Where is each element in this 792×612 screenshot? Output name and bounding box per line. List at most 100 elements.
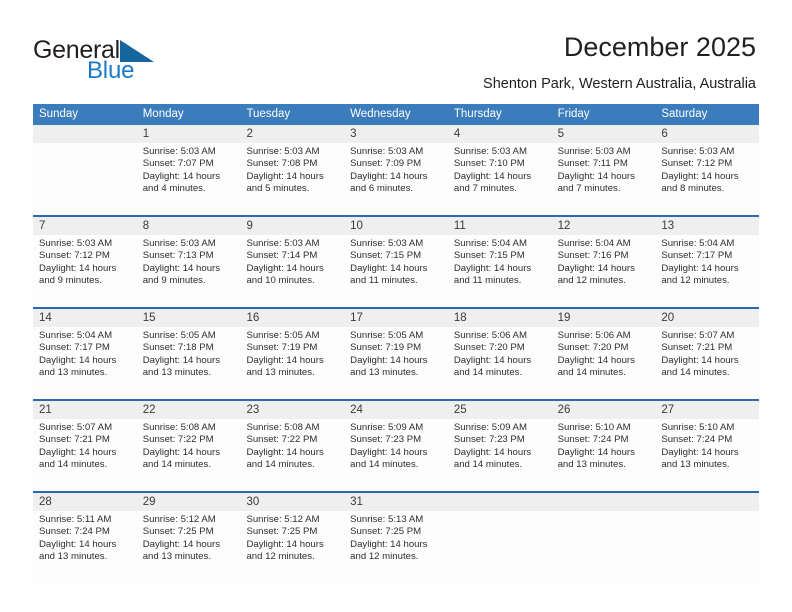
page-title: December 2025	[563, 32, 756, 62]
day-number[interactable]: 7	[33, 217, 137, 235]
daylight-text: Daylight: 14 hours and 14 minutes.	[661, 354, 739, 379]
sunrise-text: Sunrise: 5:07 AM	[39, 422, 113, 433]
sunrise-text: Sunrise: 5:03 AM	[246, 146, 320, 157]
day-number[interactable]: 12	[552, 217, 656, 235]
day-number[interactable]: 20	[655, 309, 759, 327]
day-number[interactable]: 26	[552, 401, 656, 419]
day-cell[interactable]: Sunrise: 5:13 AM Sunset: 7:25 PM Daylight:…	[344, 511, 448, 583]
day-cell[interactable]: Sunrise: 5:08 AM Sunset: 7:22 PM Daylight:…	[137, 419, 241, 491]
sunset-text: Sunset: 7:23 PM	[350, 434, 422, 446]
day-number[interactable]: 2	[240, 125, 344, 143]
day-cell[interactable]: Sunrise: 5:03 AM Sunset: 7:11 PM Daylight:…	[552, 143, 656, 215]
day-cell[interactable]: Sunrise: 5:10 AM Sunset: 7:24 PM Daylight:…	[552, 419, 656, 491]
week-daynumber-band: 7 8 9 10 11 12 13	[33, 217, 759, 235]
daylight-text: Daylight: 14 hours and 7 minutes.	[557, 170, 635, 195]
week-daynumber-band: 123456	[33, 125, 759, 143]
day-cell[interactable]: Sunrise: 5:12 AM Sunset: 7:25 PM Daylight:…	[240, 511, 344, 583]
sunrise-text: Sunrise: 5:05 AM	[350, 330, 424, 341]
brand-logo[interactable]: General Blue	[33, 36, 203, 86]
day-number[interactable]: 6	[655, 125, 759, 143]
day-number[interactable]: 8	[137, 217, 241, 235]
calendar-week-row: 7 8 9 10 11 12 13 Sunrise: 5:03 AM Sunset: 7:12 …	[33, 215, 759, 307]
sunrise-text: Sunrise: 5:03 AM	[557, 146, 631, 157]
day-cell[interactable]: Sunrise: 5:04 AM Sunset: 7:17 PM Daylight:…	[33, 327, 137, 399]
day-number[interactable]: 16	[240, 309, 344, 327]
day-cell[interactable]: Sunrise: 5:03 AM Sunset: 7:12 PM Daylight:…	[33, 235, 137, 307]
sunrise-text: Sunrise: 5:03 AM	[661, 146, 735, 157]
sunset-text: Sunset: 7:18 PM	[142, 342, 214, 354]
day-number[interactable]: 25	[448, 401, 552, 419]
day-cell[interactable]: Sunrise: 5:03 AM Sunset: 7:14 PM Daylight:…	[240, 235, 344, 307]
sunset-text: Sunset: 7:20 PM	[557, 342, 629, 354]
day-number[interactable]: 13	[655, 217, 759, 235]
day-number[interactable]: 23	[240, 401, 344, 419]
day-number	[552, 493, 656, 511]
day-number[interactable]: 31	[344, 493, 448, 511]
sunrise-text: Sunrise: 5:08 AM	[246, 422, 320, 433]
day-number[interactable]: 18	[448, 309, 552, 327]
daylight-text: Daylight: 14 hours and 14 minutes.	[557, 354, 635, 379]
day-number[interactable]: 19	[552, 309, 656, 327]
day-number[interactable]: 11	[448, 217, 552, 235]
day-cell[interactable]: Sunrise: 5:07 AM Sunset: 7:21 PM Daylight:…	[33, 419, 137, 491]
day-cell[interactable]: Sunrise: 5:12 AM Sunset: 7:25 PM Daylight:…	[137, 511, 241, 583]
day-number[interactable]: 4	[448, 125, 552, 143]
day-cell[interactable]: Sunrise: 5:03 AM Sunset: 7:15 PM Daylight:…	[344, 235, 448, 307]
day-number[interactable]: 9	[240, 217, 344, 235]
daylight-text: Daylight: 14 hours and 14 minutes.	[453, 354, 532, 379]
day-number[interactable]: 3	[344, 125, 448, 143]
day-cell[interactable]: Sunrise: 5:05 AM Sunset: 7:19 PM Daylight:…	[344, 327, 448, 399]
day-number[interactable]: 30	[240, 493, 344, 511]
day-number[interactable]: 24	[344, 401, 448, 419]
weekday-header-thursday: Thursday	[453, 108, 502, 120]
day-cell[interactable]: Sunrise: 5:05 AM Sunset: 7:18 PM Daylight:…	[137, 327, 241, 399]
day-number[interactable]: 28	[33, 493, 137, 511]
sunset-text: Sunset: 7:15 PM	[453, 250, 525, 262]
week-daynumber-band: 14 15 16 17 18 19 20	[33, 309, 759, 327]
day-cell[interactable]: Sunrise: 5:04 AM Sunset: 7:15 PM Daylight:…	[448, 235, 552, 307]
day-cell[interactable]: Sunrise: 5:09 AM Sunset: 7:23 PM Daylight:…	[448, 419, 552, 491]
day-number[interactable]: 17	[344, 309, 448, 327]
daylight-text: Daylight: 14 hours and 14 minutes.	[453, 446, 532, 471]
day-number	[655, 493, 759, 511]
day-cell	[655, 511, 759, 583]
day-cell[interactable]: Sunrise: 5:03 AM Sunset: 7:10 PM Daylight:…	[448, 143, 552, 215]
daylight-text: Daylight: 14 hours and 14 minutes.	[39, 446, 117, 471]
day-number[interactable]: 5	[552, 125, 656, 143]
day-cell[interactable]: Sunrise: 5:04 AM Sunset: 7:17 PM Daylight:…	[655, 235, 759, 307]
daylight-text: Daylight: 14 hours and 12 minutes.	[557, 262, 635, 287]
day-cell[interactable]: Sunrise: 5:03 AM Sunset: 7:07 PM Daylight:…	[137, 143, 241, 215]
day-cell[interactable]: Sunrise: 5:07 AM Sunset: 7:21 PM Daylight:…	[655, 327, 759, 399]
weekday-header-row: Sunday Monday Tuesday Wednesday Thursday Frid…	[33, 104, 759, 125]
day-cell[interactable]: Sunrise: 5:09 AM Sunset: 7:23 PM Daylight:…	[344, 419, 448, 491]
weekday-header-saturday: Saturday	[661, 108, 708, 120]
daylight-text: Daylight: 14 hours and 13 minutes.	[39, 354, 117, 379]
day-cell[interactable]: Sunrise: 5:06 AM Sunset: 7:20 PM Daylight:…	[448, 327, 552, 399]
sunrise-text: Sunrise: 5:06 AM	[557, 330, 631, 341]
sunrise-text: Sunrise: 5:04 AM	[39, 330, 113, 341]
day-cell[interactable]: Sunrise: 5:03 AM Sunset: 7:08 PM Daylight:…	[240, 143, 344, 215]
sunset-text: Sunset: 7:24 PM	[39, 526, 110, 538]
day-number[interactable]: 15	[137, 309, 241, 327]
day-number[interactable]: 21	[33, 401, 137, 419]
sunset-text: Sunset: 7:10 PM	[453, 158, 525, 170]
day-cell[interactable]: Sunrise: 5:10 AM Sunset: 7:24 PM Daylight:…	[655, 419, 759, 491]
day-cell[interactable]: Sunrise: 5:08 AM Sunset: 7:22 PM Daylight:…	[240, 419, 344, 491]
sunrise-text: Sunrise: 5:07 AM	[661, 330, 735, 341]
daylight-text: Daylight: 14 hours and 9 minutes.	[39, 262, 117, 287]
day-number[interactable]: 10	[344, 217, 448, 235]
day-number[interactable]: 1	[137, 125, 241, 143]
day-cell[interactable]: Sunrise: 5:11 AM Sunset: 7:24 PM Daylight:…	[33, 511, 137, 583]
day-number[interactable]: 27	[655, 401, 759, 419]
day-number[interactable]: 29	[137, 493, 241, 511]
day-cell[interactable]: Sunrise: 5:05 AM Sunset: 7:19 PM Daylight:…	[240, 327, 344, 399]
weekday-header-wednesday: Wednesday	[350, 108, 411, 120]
day-cell[interactable]: Sunrise: 5:03 AM Sunset: 7:09 PM Daylight:…	[344, 143, 448, 215]
day-cell[interactable]: Sunrise: 5:06 AM Sunset: 7:20 PM Daylight:…	[552, 327, 656, 399]
day-cell[interactable]: Sunrise: 5:04 AM Sunset: 7:16 PM Daylight:…	[552, 235, 656, 307]
daylight-text: Daylight: 14 hours and 12 minutes.	[350, 538, 428, 563]
day-number[interactable]: 22	[137, 401, 241, 419]
day-cell[interactable]: Sunrise: 5:03 AM Sunset: 7:12 PM Daylight:…	[655, 143, 759, 215]
day-cell[interactable]: Sunrise: 5:03 AM Sunset: 7:13 PM Daylight:…	[137, 235, 241, 307]
day-number[interactable]: 14	[33, 309, 137, 327]
